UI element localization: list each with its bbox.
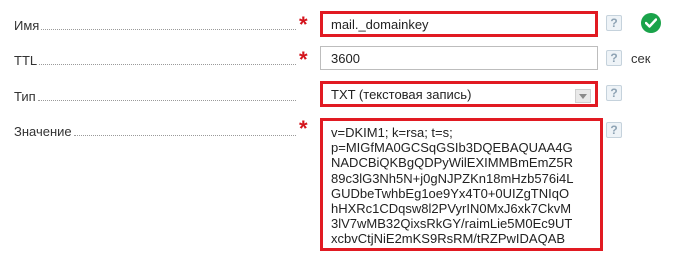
value-line: NADCBiQKBgQDPyWilEXIMMBmEmZ5R xyxy=(331,155,573,171)
name-label: Имя xyxy=(14,17,296,33)
type-label: Тип xyxy=(14,88,296,104)
type-select[interactable]: TXT (текстовая запись) xyxy=(320,81,598,107)
value-line: xcbvCtjNiE2mKS9RsRM/tRZPwIDAQAB xyxy=(331,231,566,247)
help-icon[interactable]: ? xyxy=(606,122,622,138)
value-line: hHXRc1CDqsw8l2PVyrIN0MxJ6xk7CkvM xyxy=(331,201,572,217)
value-textarea[interactable]: v=DKIM1; k=rsa; t=s; p=MIGfMA0GCSqGSIb3D… xyxy=(320,118,603,251)
check-ok-icon xyxy=(641,13,661,33)
ttl-label: TTL xyxy=(14,52,296,68)
name-input-value: mail._domainkey xyxy=(331,16,429,32)
chevron-down-icon[interactable] xyxy=(575,89,591,103)
value-label-text: Значение xyxy=(14,124,72,139)
label-leader-dots xyxy=(73,134,296,136)
value-line: 89c3lG3Nh5N+j0gNJPZKn18mHzb576i4L xyxy=(331,170,574,186)
help-icon[interactable]: ? xyxy=(606,15,622,31)
value-line: GUDbeTwhbEg1oe9Yx4T0+0UIZgTNIqO xyxy=(331,185,570,201)
required-asterisk: * xyxy=(299,12,308,37)
required-asterisk: * xyxy=(299,47,308,72)
ttl-row: TTL * 3600 ? сек xyxy=(0,46,680,72)
required-asterisk: * xyxy=(299,116,308,141)
name-row: Имя * mail._domainkey ? xyxy=(0,10,680,38)
label-leader-dots xyxy=(41,28,296,30)
ttl-label-text: TTL xyxy=(14,53,38,68)
type-row: Тип TXT (текстовая запись) ? xyxy=(0,81,680,109)
help-icon[interactable]: ? xyxy=(606,85,622,101)
value-line: v=DKIM1; k=rsa; t=s; xyxy=(331,125,453,140)
ttl-unit: сек xyxy=(631,51,651,66)
label-leader-dots xyxy=(37,99,296,101)
type-select-value: TXT (текстовая запись) xyxy=(331,86,472,102)
value-line: p=MIGfMA0GCSqGSIb3DQEBAQUAA4G xyxy=(331,140,573,156)
value-line: 3lV7wMB32QixsRkGY/raimLie5M0Ec9UT xyxy=(331,216,573,232)
ttl-input[interactable]: 3600 xyxy=(320,46,598,70)
name-input[interactable]: mail._domainkey xyxy=(320,11,598,37)
type-label-text: Тип xyxy=(14,89,36,104)
ttl-input-value: 3600 xyxy=(331,50,360,66)
help-icon[interactable]: ? xyxy=(606,50,622,66)
label-leader-dots xyxy=(39,63,296,65)
name-label-text: Имя xyxy=(14,18,40,33)
value-label: Значение xyxy=(14,123,296,139)
